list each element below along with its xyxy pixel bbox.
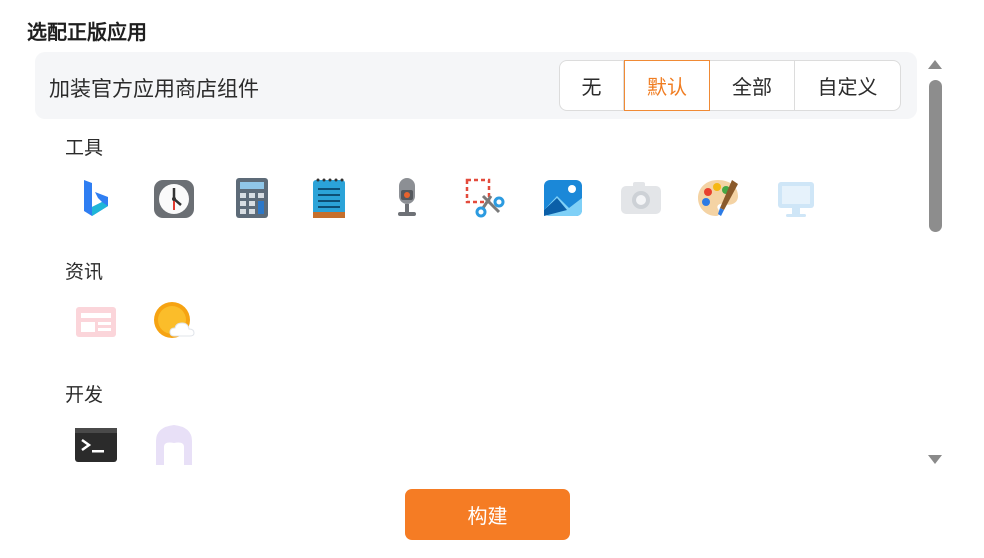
category-tools-apps xyxy=(72,174,850,222)
category-news-label: 资讯 xyxy=(65,261,104,283)
calculator-icon[interactable] xyxy=(228,174,306,222)
paint-icon[interactable] xyxy=(694,174,772,222)
voice-recorder-icon[interactable] xyxy=(383,174,461,222)
option-all-button[interactable]: 全部 xyxy=(710,61,795,110)
store-component-segmented-control: 无 默认 全部 自定义 xyxy=(559,60,901,111)
category-dev-apps xyxy=(72,421,228,467)
option-default-button[interactable]: 默认 xyxy=(624,60,710,111)
category-tools-label: 工具 xyxy=(65,137,104,159)
camera-icon[interactable] xyxy=(617,174,695,222)
bing-icon[interactable] xyxy=(72,174,150,222)
news-icon[interactable] xyxy=(72,298,150,346)
scroll-up-arrow-icon[interactable] xyxy=(928,60,942,69)
snipping-tool-icon[interactable] xyxy=(461,174,539,222)
scroll-down-arrow-icon[interactable] xyxy=(928,455,942,464)
alarm-clock-icon[interactable] xyxy=(150,174,228,222)
category-news-apps xyxy=(72,298,228,346)
category-dev-label: 开发 xyxy=(65,384,104,406)
dev-home-icon[interactable] xyxy=(772,174,850,222)
terminal-icon[interactable] xyxy=(72,421,150,467)
notepad-icon[interactable] xyxy=(305,174,383,222)
weather-icon[interactable] xyxy=(150,298,228,346)
scrollbar-thumb[interactable] xyxy=(929,80,942,232)
app-selection-panel: 加装官方应用商店组件 无 默认 全部 自定义 工具 资讯 开发 xyxy=(35,52,917,467)
build-button[interactable]: 构建 xyxy=(405,489,570,540)
vertical-scrollbar[interactable] xyxy=(925,56,947,468)
photos-icon[interactable] xyxy=(539,174,617,222)
store-component-option-row: 加装官方应用商店组件 无 默认 全部 自定义 xyxy=(35,52,917,119)
store-component-label: 加装官方应用商店组件 xyxy=(49,77,259,101)
option-none-button[interactable]: 无 xyxy=(560,61,624,110)
dev-home-arch-icon[interactable] xyxy=(150,421,228,467)
section-title: 选配正版应用 xyxy=(27,20,147,44)
option-custom-button[interactable]: 自定义 xyxy=(795,61,900,110)
